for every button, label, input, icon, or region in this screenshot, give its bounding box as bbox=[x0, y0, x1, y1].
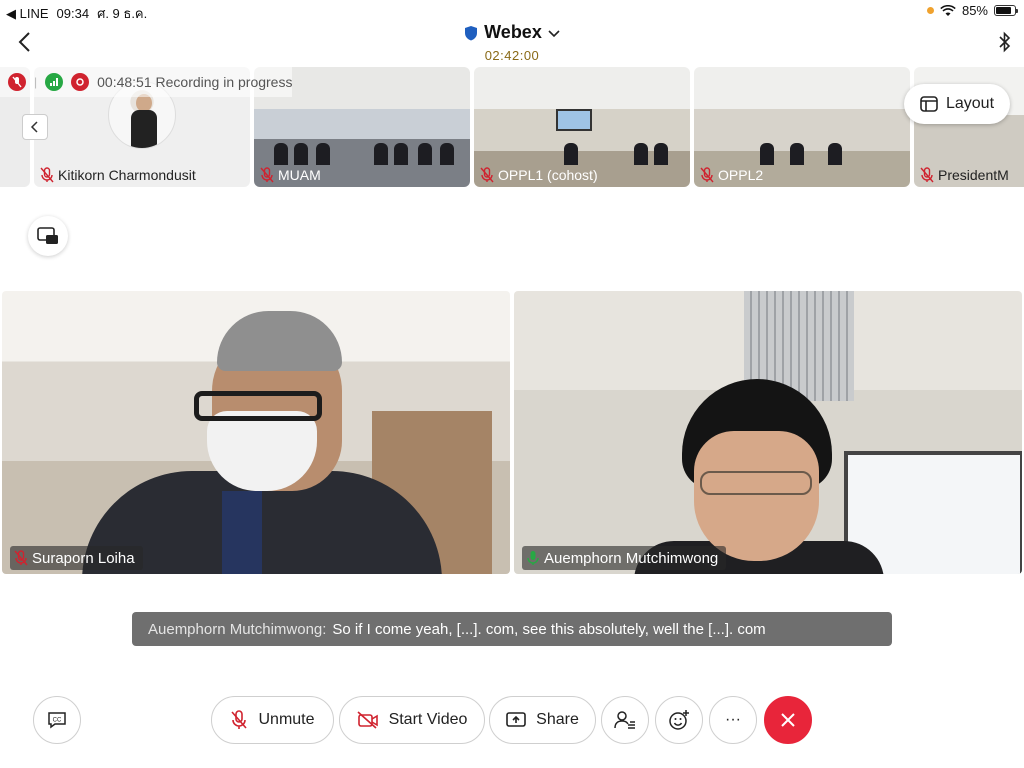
layout-button[interactable]: Layout bbox=[904, 84, 1010, 124]
mic-muted-icon bbox=[14, 550, 28, 566]
unmute-button[interactable]: Unmute bbox=[211, 696, 334, 744]
participant-hair bbox=[217, 311, 342, 371]
status-bar: ◀ LINE 09:34 ศ. 9 ธ.ค. 85% bbox=[0, 0, 1024, 21]
start-video-label: Start Video bbox=[388, 711, 468, 728]
strip-scroll-left-button[interactable] bbox=[22, 114, 48, 140]
share-button[interactable]: Share bbox=[489, 696, 596, 744]
recording-status-text: 00:48:51 Recording in progress bbox=[97, 74, 293, 90]
status-time: 09:34 bbox=[56, 6, 90, 21]
participant-tile[interactable]: OPPL1 (cohost) bbox=[474, 67, 690, 187]
mic-muted-icon bbox=[40, 167, 54, 183]
svg-text:CC: CC bbox=[53, 718, 62, 724]
recording-indicator-bar: | 00:48:51 Recording in progress bbox=[0, 67, 293, 97]
shield-icon bbox=[464, 25, 478, 41]
chevron-down-icon bbox=[548, 28, 560, 38]
picture-in-picture-icon bbox=[37, 227, 59, 245]
picture-in-picture-button[interactable] bbox=[28, 216, 68, 256]
meeting-header: Webex 02:42:00 bbox=[0, 20, 1024, 63]
close-icon bbox=[779, 711, 797, 729]
participant-name: OPPL2 bbox=[718, 167, 764, 183]
participant-name: MUAM bbox=[278, 167, 321, 183]
mic-muted-icon bbox=[230, 710, 248, 730]
mic-in-use-indicator bbox=[926, 7, 934, 14]
layout-label: Layout bbox=[945, 95, 995, 112]
battery-percent: 85% bbox=[961, 3, 988, 18]
video-off-icon bbox=[357, 711, 379, 729]
closed-caption-bar: Auemphorn Mutchimwong: So if I come yeah… bbox=[132, 612, 892, 646]
mic-muted-icon bbox=[260, 167, 274, 183]
participants-list-icon bbox=[614, 710, 636, 730]
video-name-label: Suraporn Loiha bbox=[10, 546, 143, 570]
bluetooth-icon[interactable] bbox=[996, 30, 1014, 54]
participant-tie bbox=[222, 491, 262, 574]
layout-icon bbox=[920, 96, 938, 112]
share-screen-icon bbox=[506, 711, 526, 729]
participant-face bbox=[694, 431, 819, 561]
video-name-label: Auemphorn Mutchimwong bbox=[522, 546, 727, 570]
mic-muted-icon bbox=[8, 73, 26, 91]
leave-meeting-button[interactable] bbox=[764, 696, 812, 744]
battery-icon bbox=[994, 5, 1018, 16]
video-tile[interactable]: Auemphorn Mutchimwong bbox=[514, 291, 1022, 574]
participant-name: OPPL1 (cohost) bbox=[498, 167, 598, 183]
caption-speaker: Auemphorn Mutchimwong: bbox=[148, 620, 327, 638]
share-label: Share bbox=[536, 711, 579, 728]
mic-muted-icon bbox=[920, 167, 934, 183]
participant-name: Kitikorn Charmondusit bbox=[58, 167, 196, 183]
mic-muted-icon bbox=[480, 167, 494, 183]
meeting-title-dropdown[interactable]: Webex bbox=[464, 22, 560, 43]
divider: | bbox=[34, 75, 38, 89]
cc-icon: CC bbox=[47, 711, 67, 729]
emoji-add-icon bbox=[668, 709, 690, 731]
participant-glasses bbox=[700, 471, 812, 495]
battery-fill bbox=[996, 7, 1012, 14]
network-signal-icon bbox=[45, 73, 64, 91]
unmute-label: Unmute bbox=[258, 711, 315, 728]
more-options-button[interactable]: ··· bbox=[709, 696, 757, 744]
participant-tile[interactable]: OPPL2 bbox=[694, 67, 910, 187]
participant-name: Auemphorn Mutchimwong bbox=[544, 549, 719, 567]
caption-text: So if I come yeah, [...]. com, see this … bbox=[332, 620, 766, 638]
video-tile[interactable]: Suraporn Loiha bbox=[2, 291, 510, 574]
participant-name: Suraporn Loiha bbox=[32, 549, 135, 567]
webex-meeting-screen: ◀ LINE 09:34 ศ. 9 ธ.ค. 85% Webex 02:42:0… bbox=[0, 0, 1024, 768]
closed-captions-button[interactable]: CC bbox=[33, 696, 81, 744]
reactions-button[interactable] bbox=[655, 696, 703, 744]
mic-muted-icon bbox=[700, 167, 714, 183]
mic-active-icon bbox=[526, 550, 540, 566]
wifi-icon bbox=[940, 4, 956, 17]
participants-button[interactable] bbox=[601, 696, 649, 744]
participant-glasses bbox=[194, 391, 322, 421]
meeting-timer: 02:42:00 bbox=[484, 47, 540, 63]
meeting-title: Webex bbox=[484, 22, 542, 42]
recording-icon bbox=[71, 73, 90, 91]
participant-name: PresidentM bbox=[938, 167, 1009, 183]
start-video-button[interactable]: Start Video bbox=[339, 696, 485, 744]
more-options-label: ··· bbox=[725, 711, 741, 728]
